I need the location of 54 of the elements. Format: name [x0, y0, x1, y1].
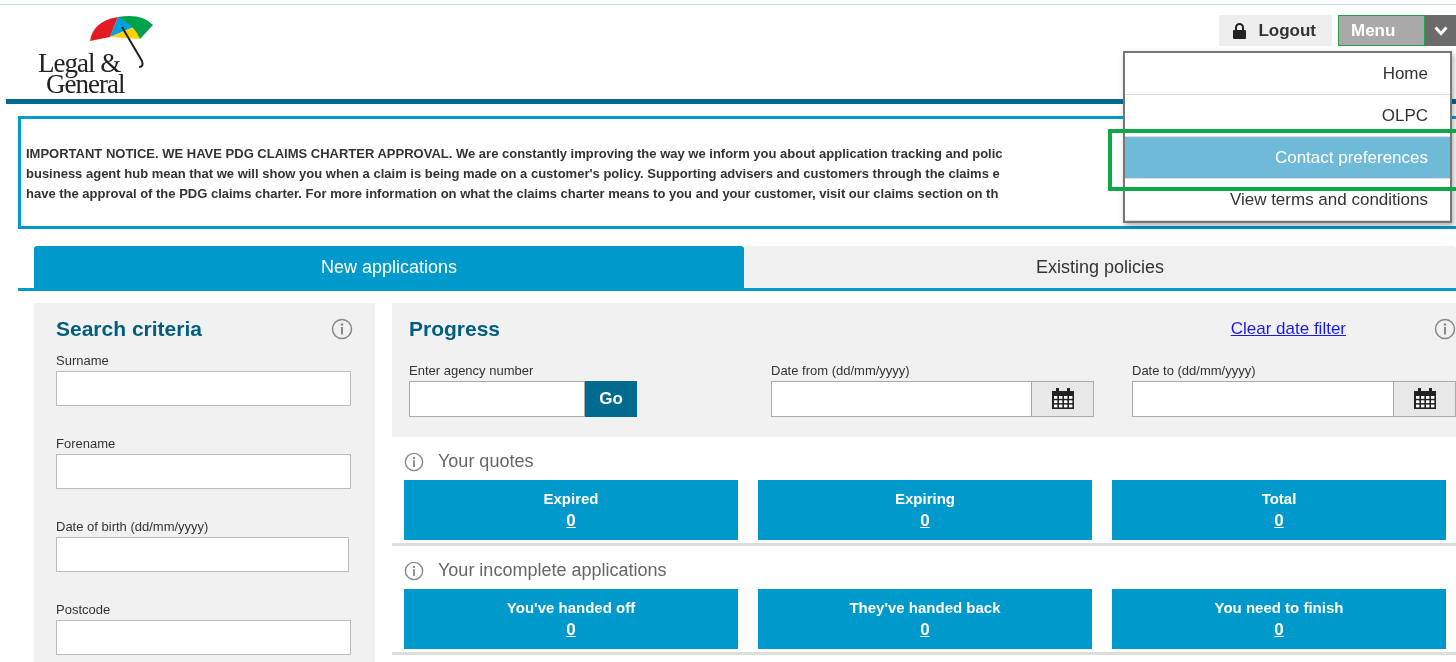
section-title: Your quotes: [438, 451, 534, 472]
field-label: Date from (dd/mm/yyyy): [771, 363, 911, 378]
input-field[interactable]: [56, 454, 351, 489]
field-label: Enter agency number: [409, 363, 535, 378]
card-label: They've handed back: [849, 598, 1001, 616]
info-icon[interactable]: [404, 560, 424, 581]
notice-text: have the approval of the PDG claims charter. For more information on what the claims charter means to you and your customer, visit our claims section on th: [26, 185, 999, 203]
input-field[interactable]: [409, 381, 585, 417]
tab[interactable]: New applications: [34, 246, 744, 288]
input-field[interactable]: [56, 371, 351, 406]
info-icon[interactable]: [331, 318, 353, 340]
notice-text: IMPORTANT NOTICE. WE HAVE PDG CLAIMS CHARTER APPROVAL. We are constantly improving the way we inform you about application tracking and polic: [26, 145, 1003, 163]
lock-icon: [1233, 22, 1247, 39]
count-link[interactable]: 0: [920, 510, 930, 531]
menu-item[interactable]: Home: [1125, 53, 1450, 95]
input-field[interactable]: [1132, 381, 1394, 417]
chevron-down-icon: [1433, 25, 1448, 36]
menu-item[interactable]: Contact preferences: [1125, 137, 1450, 179]
panel-title: Progress: [409, 317, 501, 341]
card-label: Expiring: [895, 489, 955, 507]
count-link[interactable]: 0: [566, 510, 576, 531]
calendar-icon: [1050, 388, 1075, 410]
go-button[interactable]: Go: [585, 381, 637, 417]
section-title: Your incomplete applications: [438, 560, 667, 581]
menu-toggle-button[interactable]: [1425, 15, 1456, 46]
count-link[interactable]: 0: [1274, 510, 1284, 531]
panel-title: Search criteria: [56, 317, 202, 341]
calendar-button[interactable]: [1394, 381, 1456, 417]
info-icon[interactable]: [404, 451, 424, 472]
field-label: Date of birth (dd/mm/yyyy): [56, 519, 210, 534]
field-label: Surname: [56, 353, 110, 368]
notice-text: business agent hub mean that we will show you when a claim is being made on a customer's policy. Supporting advisers and customers through the claims e: [26, 165, 1000, 183]
card-label: Total: [1261, 489, 1297, 507]
input-field[interactable]: [56, 620, 351, 655]
input-field[interactable]: [56, 537, 349, 572]
info-icon[interactable]: [1434, 318, 1456, 340]
card-label: You've handed off: [506, 598, 636, 616]
count-link[interactable]: 0: [566, 619, 576, 640]
tab[interactable]: Existing policies: [744, 246, 1456, 288]
field-label: Date to (dd/mm/yyyy): [1132, 363, 1257, 378]
card-label: Expired: [543, 489, 599, 507]
input-field[interactable]: [771, 381, 1032, 417]
card-label: You need to finish: [1214, 598, 1344, 616]
count-link[interactable]: 0: [920, 619, 930, 640]
field-label: Forename: [56, 436, 117, 451]
logout-button[interactable]: Logout: [1219, 15, 1332, 46]
calendar-icon: [1412, 388, 1437, 410]
clear-date-filter-link[interactable]: Clear date filter: [1230, 319, 1346, 339]
menu-button[interactable]: Menu: [1338, 15, 1425, 46]
count-link[interactable]: 0: [1274, 619, 1284, 640]
menu-item[interactable]: OLPC: [1125, 95, 1450, 137]
field-label: Postcode: [56, 602, 112, 617]
calendar-button[interactable]: [1032, 381, 1094, 417]
menu-item[interactable]: View terms and conditions: [1125, 179, 1450, 221]
